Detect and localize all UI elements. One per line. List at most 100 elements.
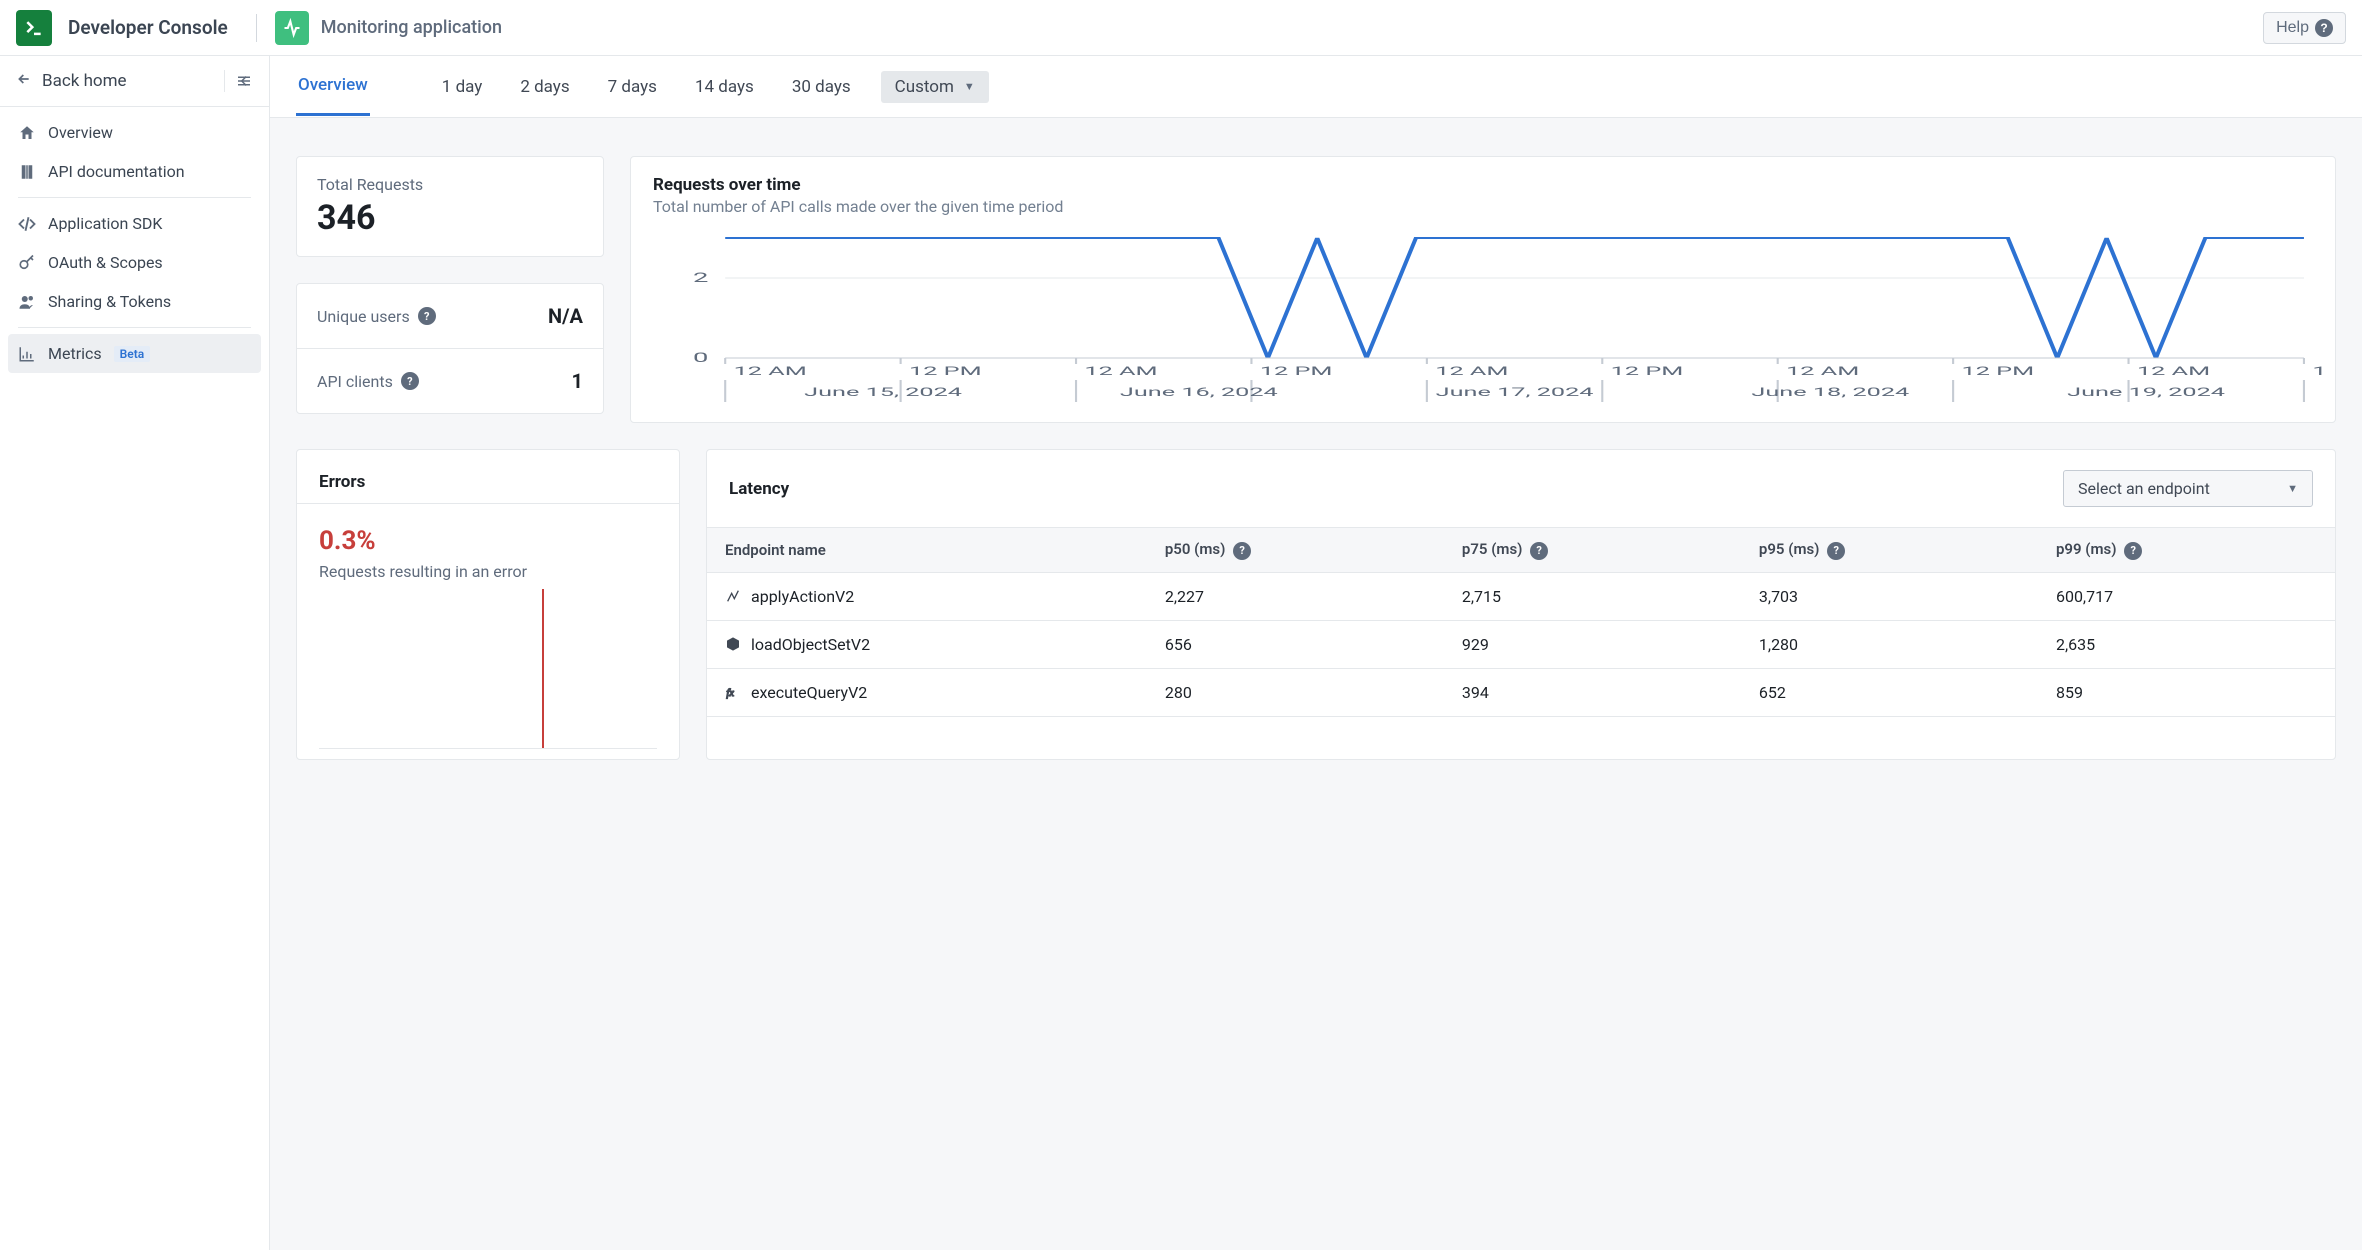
- sidebar-item-label: Overview: [48, 123, 113, 142]
- svg-text:12 PM: 12 PM: [1611, 364, 1684, 378]
- error-axis: [319, 748, 657, 749]
- sidebar-item-overview[interactable]: Overview: [8, 113, 261, 152]
- range-custom[interactable]: Custom ▼: [881, 71, 989, 103]
- key-icon: [18, 254, 36, 272]
- code-icon: [18, 215, 36, 233]
- book-icon: [18, 163, 36, 181]
- svg-text:June 15, 2024: June 15, 2024: [804, 385, 962, 399]
- sidebar-item-label: Application SDK: [48, 214, 162, 233]
- help-button[interactable]: Help ?: [2263, 12, 2346, 44]
- home-icon: [18, 124, 36, 142]
- requests-line-chart: 0212 AM12 PM12 AM12 PM12 AM12 PM12 AM12 …: [641, 228, 2325, 408]
- chevron-down-icon: ▼: [964, 80, 975, 93]
- svg-text:12 AM: 12 AM: [1786, 364, 1859, 378]
- range-14days[interactable]: 14 days: [687, 71, 762, 103]
- info-icon[interactable]: ?: [1233, 542, 1251, 560]
- latency-table: Endpoint name p50 (ms) ? p75 (ms) ? p95 …: [707, 527, 2335, 717]
- p50-value: 656: [1147, 621, 1444, 669]
- total-requests-value: 346: [317, 198, 583, 238]
- endpoint-select-label: Select an endpoint: [2078, 479, 2210, 498]
- range-2days[interactable]: 2 days: [512, 71, 577, 103]
- endpoint-icon: [725, 636, 741, 652]
- svg-text:2: 2: [693, 270, 708, 285]
- p95-value: 652: [1741, 669, 2038, 717]
- endpoint-icon: fx: [725, 684, 741, 700]
- svg-text:June 16, 2024: June 16, 2024: [1120, 385, 1278, 399]
- latency-card: Latency Select an endpoint ▼ Endpoint na…: [706, 449, 2336, 760]
- sidebar-item-label: Metrics: [48, 344, 102, 363]
- top-bar: Developer Console Monitoring application…: [0, 0, 2362, 56]
- requests-chart-subtitle: Total number of API calls made over the …: [653, 197, 2313, 216]
- svg-text:12 AM: 12 AM: [2137, 364, 2210, 378]
- svg-text:June 18, 2024: June 18, 2024: [1751, 385, 1909, 399]
- endpoint-name: executeQueryV2: [751, 683, 867, 702]
- col-p99: p99 (ms) ?: [2038, 528, 2335, 573]
- total-requests-label: Total Requests: [317, 175, 583, 194]
- api-clients-value: 1: [572, 369, 583, 393]
- total-requests-card: Total Requests 346: [296, 156, 604, 257]
- p50-value: 2,227: [1147, 572, 1444, 621]
- p50-value: 280: [1147, 669, 1444, 717]
- p99-value: 600,717: [2038, 572, 2335, 621]
- svg-text:12 PM: 12 PM: [1962, 364, 2035, 378]
- range-1day[interactable]: 1 day: [434, 71, 491, 103]
- endpoint-select[interactable]: Select an endpoint ▼: [2063, 470, 2313, 507]
- endpoint-icon: [725, 588, 741, 604]
- svg-text:12 AM: 12 AM: [1435, 364, 1508, 378]
- api-clients-label: API clients: [317, 372, 393, 391]
- error-bar: [542, 589, 544, 749]
- help-icon: ?: [2315, 19, 2333, 37]
- chevron-down-icon: ▼: [2287, 482, 2298, 495]
- svg-text:12 PM: 12 PM: [909, 364, 982, 378]
- svg-text:June 17, 2024: June 17, 2024: [1436, 385, 1594, 399]
- unique-users-row: Unique users ? N/A: [297, 284, 603, 348]
- p75-value: 929: [1444, 621, 1741, 669]
- nav-divider: [18, 197, 251, 198]
- people-icon: [18, 293, 36, 311]
- info-icon[interactable]: ?: [418, 307, 436, 325]
- help-label: Help: [2276, 19, 2309, 37]
- p95-value: 3,703: [1741, 572, 2038, 621]
- table-row[interactable]: applyActionV2 2,227 2,715 3,703 600,717: [707, 572, 2335, 621]
- info-icon[interactable]: ?: [1530, 542, 1548, 560]
- unique-users-label: Unique users: [317, 307, 410, 326]
- p99-value: 859: [2038, 669, 2335, 717]
- tabs-bar: Overview 1 day 2 days 7 days 14 days 30 …: [270, 56, 2362, 118]
- collapse-sidebar-icon[interactable]: [224, 70, 253, 92]
- info-icon[interactable]: ?: [2124, 542, 2142, 560]
- sidebar-item-label: API documentation: [48, 162, 185, 181]
- endpoint-name: loadObjectSetV2: [751, 635, 870, 654]
- endpoint-name: applyActionV2: [751, 587, 854, 606]
- range-30days[interactable]: 30 days: [784, 71, 859, 103]
- sidebar-item-sharing-tokens[interactable]: Sharing & Tokens: [8, 282, 261, 321]
- info-icon[interactable]: ?: [1827, 542, 1845, 560]
- svg-text:fx: fx: [726, 688, 734, 699]
- svg-text:June 19, 2024: June 19, 2024: [2067, 385, 2225, 399]
- sidebar-item-metrics[interactable]: Metrics Beta: [8, 334, 261, 373]
- latency-title: Latency: [729, 479, 789, 499]
- back-home-button[interactable]: Back home: [0, 56, 269, 107]
- tab-overview[interactable]: Overview: [296, 57, 370, 116]
- svg-text:12 PM: 12 PM: [1260, 364, 1333, 378]
- range-custom-label: Custom: [895, 77, 954, 97]
- requests-chart-title: Requests over time: [653, 175, 2313, 195]
- sidebar: Back home Overview API documentation App…: [0, 56, 270, 1250]
- app-name: Monitoring application: [321, 17, 502, 38]
- sidebar-item-api-documentation[interactable]: API documentation: [8, 152, 261, 191]
- table-row[interactable]: fxexecuteQueryV2 280 394 652 859: [707, 669, 2335, 717]
- divider: [256, 14, 257, 42]
- p75-value: 2,715: [1444, 572, 1741, 621]
- app-icon: [275, 11, 309, 45]
- chart-icon: [18, 345, 36, 363]
- svg-text:12 AM: 12 AM: [1084, 364, 1157, 378]
- svg-text:12 AM: 12 AM: [734, 364, 807, 378]
- range-7days[interactable]: 7 days: [600, 71, 665, 103]
- sidebar-item-oauth-scopes[interactable]: OAuth & Scopes: [8, 243, 261, 282]
- table-row[interactable]: loadObjectSetV2 656 929 1,280 2,635: [707, 621, 2335, 669]
- info-icon[interactable]: ?: [401, 372, 419, 390]
- col-p75: p75 (ms) ?: [1444, 528, 1741, 573]
- sidebar-item-application-sdk[interactable]: Application SDK: [8, 204, 261, 243]
- p95-value: 1,280: [1741, 621, 2038, 669]
- main-content: Overview 1 day 2 days 7 days 14 days 30 …: [270, 56, 2362, 1250]
- unique-users-value: N/A: [548, 304, 583, 328]
